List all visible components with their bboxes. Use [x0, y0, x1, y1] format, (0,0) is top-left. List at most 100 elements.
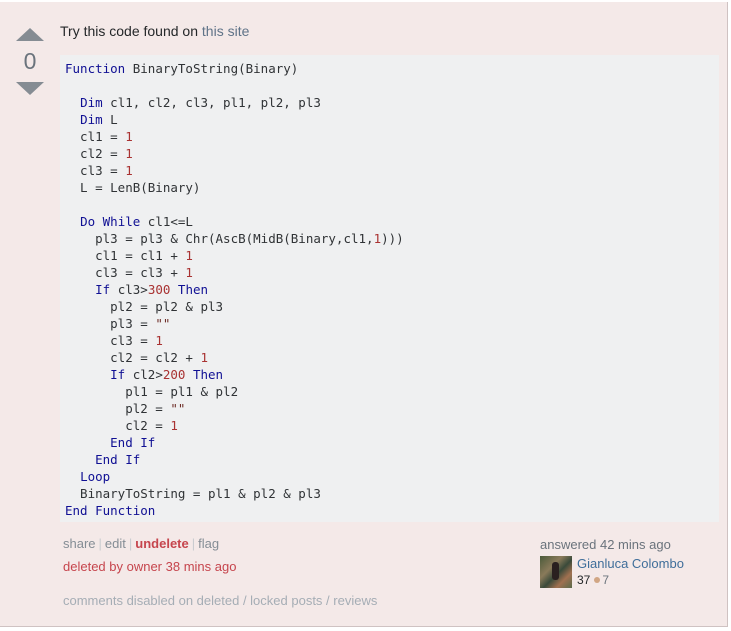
- code-line: BinaryToString = pl1 & pl2 & pl3: [65, 486, 321, 501]
- user-reputation: 37 7: [577, 573, 609, 587]
- code-token: pl2 =: [65, 401, 171, 416]
- code-line: End If: [65, 452, 140, 467]
- code-token: ))): [381, 231, 404, 246]
- post-menu: share | edit | undelete | flag: [63, 536, 219, 551]
- code-line: Dim cl1, cl2, cl3, pl1, pl2, pl3: [65, 95, 321, 110]
- code-token: Function: [65, 61, 126, 76]
- code-token: "": [155, 316, 171, 331]
- code-line: If cl3>300 Then: [65, 282, 208, 297]
- code-line: cl3 = cl3 + 1: [65, 265, 193, 280]
- code-token: pl1 = pl1 & pl2: [65, 384, 239, 399]
- code-line: cl2 = 1: [65, 418, 178, 433]
- avatar[interactable]: [540, 556, 572, 588]
- flag-link[interactable]: flag: [198, 536, 219, 551]
- code-line: cl2 = cl2 + 1: [65, 350, 208, 365]
- edit-link[interactable]: edit: [105, 536, 126, 551]
- code-line: Dim L: [65, 112, 118, 127]
- menu-separator: |: [191, 536, 196, 551]
- code-token: 1: [170, 418, 178, 433]
- code-token: pl3 =: [65, 316, 156, 331]
- code-token: 1: [125, 129, 133, 144]
- code-line: Function BinaryToString(Binary): [65, 61, 298, 76]
- code-token: 1: [155, 333, 163, 348]
- deleted-notice: deleted by owner 38 mins ago: [63, 559, 237, 574]
- bronze-badge-count: 7: [602, 573, 610, 587]
- bronze-badge-icon: [594, 577, 601, 584]
- code-line: pl2 = "": [65, 401, 185, 416]
- code-token: End If: [110, 435, 156, 450]
- code-token: 1: [125, 146, 133, 161]
- code-token: End Function: [65, 503, 156, 518]
- vote-up-arrow-icon[interactable]: [16, 28, 44, 41]
- code-token: cl1 =: [65, 129, 126, 144]
- vote-cell: 0: [14, 28, 46, 95]
- code-token: cl2 =: [65, 418, 171, 433]
- code-line: Do While cl1<=L: [65, 214, 193, 229]
- reputation-score: 37: [577, 573, 591, 587]
- code-token: cl1 = cl1 +: [65, 248, 186, 263]
- code-token: cl3 = cl3 +: [65, 265, 186, 280]
- code-token: L: [102, 112, 118, 127]
- code-line: pl3 = "": [65, 316, 170, 331]
- vote-count: 0: [23, 48, 37, 74]
- code-token: cl3>: [110, 282, 148, 297]
- undelete-link[interactable]: undelete: [135, 536, 188, 551]
- code-line: cl3 = 1: [65, 163, 133, 178]
- comments-disabled-note: comments disabled on deleted / locked po…: [63, 593, 378, 608]
- menu-separator: |: [128, 536, 133, 551]
- code-token: pl2 = pl2 & pl3: [65, 299, 224, 314]
- user-signature: answered 42 mins ago Gianluca Colombo 37…: [540, 537, 684, 590]
- code-token: 1: [373, 231, 382, 246]
- code-token: BinaryToString(Binary): [125, 61, 299, 76]
- code-line: pl2 = pl2 & pl3: [65, 299, 223, 314]
- intro-text: Try this code found on: [60, 23, 202, 39]
- share-link[interactable]: share: [63, 536, 96, 551]
- code-token: pl3 = pl3 & Chr(AscB(MidB(Binary,cl1,: [65, 231, 374, 246]
- code-line: cl1 = 1: [65, 129, 133, 144]
- code-token: 1: [185, 248, 193, 263]
- code-line: cl2 = 1: [65, 146, 133, 161]
- code-token: Loop: [80, 469, 111, 484]
- code-token: cl2 =: [65, 146, 126, 161]
- code-token: cl3 =: [65, 333, 156, 348]
- code-token: 200: [162, 367, 186, 382]
- code-token: L = LenB(Binary): [65, 180, 201, 195]
- code-token: cl3 =: [65, 163, 126, 178]
- code-line: cl3 = 1: [65, 333, 163, 348]
- user-name-link[interactable]: Gianluca Colombo: [577, 556, 684, 571]
- code-block: Function BinaryToString(Binary) Dim cl1,…: [60, 55, 719, 522]
- code-line: Loop: [65, 469, 110, 484]
- code-token: cl2 = cl2 +: [65, 350, 201, 365]
- code-token: cl1<=L: [140, 214, 193, 229]
- user-card: Gianluca Colombo 37 7: [540, 556, 684, 590]
- code-line: End Function: [65, 503, 155, 518]
- code-token: Then: [177, 282, 209, 297]
- avatar-figure: [552, 562, 559, 580]
- code-token: If: [95, 282, 111, 297]
- code-token: End If: [95, 452, 141, 467]
- answered-time: answered 42 mins ago: [540, 537, 671, 552]
- code-token: cl2>: [125, 367, 163, 382]
- code-line: cl1 = cl1 + 1: [65, 248, 193, 263]
- menu-separator: |: [98, 536, 102, 551]
- code-token: "": [170, 401, 186, 416]
- code-token: Then: [192, 367, 224, 382]
- code-token: 1: [185, 265, 193, 280]
- code-token: cl1, cl2, cl3, pl1, pl2, pl3: [102, 95, 321, 110]
- code-token: 1: [125, 163, 133, 178]
- code-line: pl1 = pl1 & pl2: [65, 384, 238, 399]
- code-token: Dim: [80, 95, 103, 110]
- code-token: Do While: [80, 214, 141, 229]
- intro-link[interactable]: this site: [202, 23, 249, 39]
- code-token: BinaryToString = pl1 & pl2 & pl3: [65, 486, 321, 501]
- vote-down-arrow-icon[interactable]: [16, 82, 44, 95]
- code-line: If cl2>200 Then: [65, 367, 223, 382]
